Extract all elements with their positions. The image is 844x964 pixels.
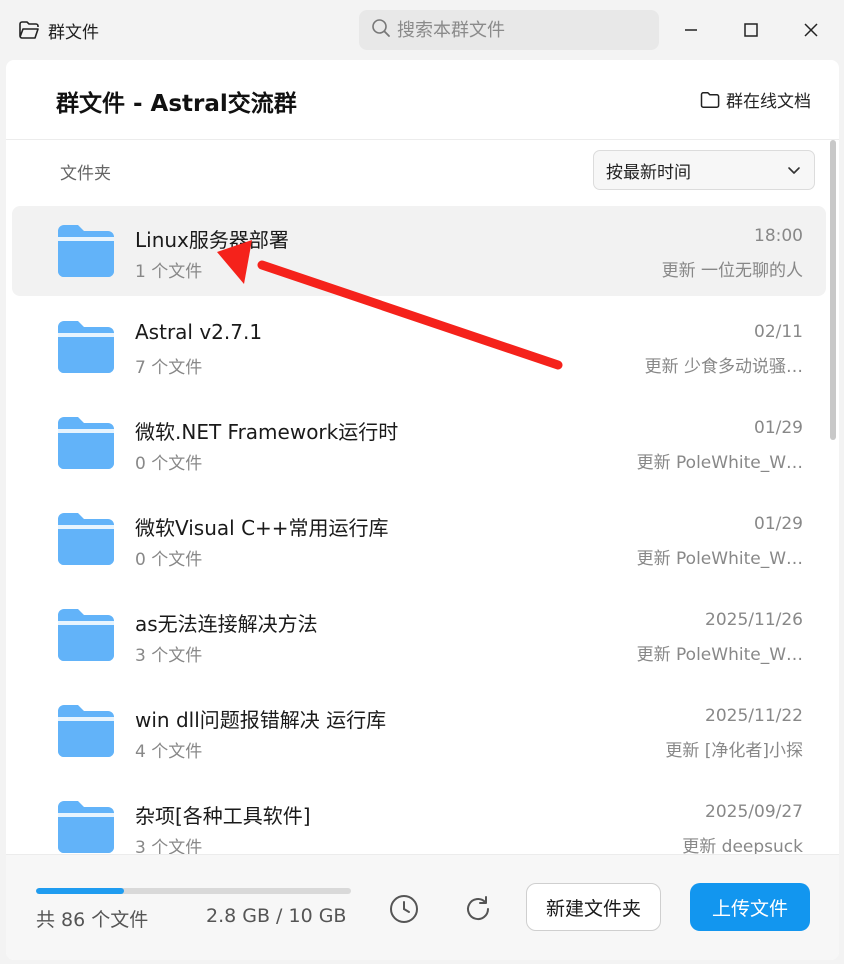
folder-updated-by: 更新 少食多动说骚… xyxy=(644,357,803,377)
folder-updated-time: 02/11 xyxy=(754,322,803,342)
footer-bar: 共 86 个文件 2.8 GB / 10 GB 新建文件夹 上传文件 xyxy=(6,854,839,960)
new-folder-button[interactable]: 新建文件夹 xyxy=(526,883,661,931)
folder-file-count: 3 个文件 xyxy=(135,646,203,666)
folder-updated-by: 更新 [净化者]小探 xyxy=(665,741,803,761)
folder-icon xyxy=(56,319,116,377)
folder-row[interactable]: Astral v2.7.1 7 个文件 02/11 更新 少食多动说骚… xyxy=(12,302,826,392)
folder-name: as无法连接解决方法 xyxy=(135,612,318,636)
folder-file-count: 7 个文件 xyxy=(135,358,203,378)
folder-list: Linux服务器部署 1 个文件 18:00 更新 一位无聊的人 Astral … xyxy=(6,206,839,854)
clock-icon xyxy=(390,895,418,923)
refresh-button[interactable] xyxy=(460,891,496,927)
search-box[interactable] xyxy=(359,10,659,50)
search-icon xyxy=(371,18,391,42)
folder-updated-by: 更新 PoleWhite_W… xyxy=(636,549,803,569)
close-icon xyxy=(804,23,818,37)
minimize-button[interactable] xyxy=(671,10,711,50)
file-total: 共 86 个文件 xyxy=(36,909,149,931)
sort-value: 按最新时间 xyxy=(606,162,691,183)
folder-row[interactable]: 杂项[各种工具软件] 3 个文件 2025/09/27 更新 deepsuck xyxy=(12,782,826,854)
folder-name: 杂项[各种工具软件] xyxy=(135,804,311,828)
folder-updated-time: 01/29 xyxy=(754,418,803,438)
refresh-icon xyxy=(467,896,490,921)
storage-usage: 2.8 GB / 10 GB xyxy=(206,905,347,927)
close-button[interactable] xyxy=(791,10,831,50)
sort-dropdown[interactable]: 按最新时间 xyxy=(593,150,815,190)
history-button[interactable] xyxy=(386,891,422,927)
group-files-window: 群文件 搜索本群文件 群文件 - Astral交流群 群在线文档 文件夹 按最新… xyxy=(0,0,844,964)
storage-progress xyxy=(36,888,351,894)
maximize-icon xyxy=(744,23,758,37)
maximize-button[interactable] xyxy=(731,10,771,50)
folder-open-icon xyxy=(18,20,40,40)
folder-row[interactable]: as无法连接解决方法 3 个文件 2025/11/26 更新 PoleWhite… xyxy=(12,590,826,680)
files-panel: 群文件 - Astral交流群 群在线文档 文件夹 按最新时间 Linux服务器… xyxy=(6,60,839,960)
folder-icon xyxy=(56,607,116,665)
folder-icon xyxy=(700,91,720,108)
folder-row[interactable]: 微软Visual C++常用运行库 0 个文件 01/29 更新 PoleWhi… xyxy=(12,494,826,584)
folder-updated-time: 2025/09/27 xyxy=(705,802,803,822)
folder-icon xyxy=(56,799,116,854)
folder-icon xyxy=(56,223,116,281)
folder-updated-by: 更新 一位无聊的人 xyxy=(661,261,803,281)
folder-name: Linux服务器部署 xyxy=(135,228,289,252)
folder-updated-by: 更新 PoleWhite_W… xyxy=(636,453,803,473)
folder-file-count: 3 个文件 xyxy=(135,838,203,854)
folder-file-count: 4 个文件 xyxy=(135,742,203,762)
folder-file-count: 1 个文件 xyxy=(135,262,203,282)
folder-file-count: 0 个文件 xyxy=(135,454,203,474)
chevron-down-icon xyxy=(788,167,800,174)
folder-row[interactable]: Linux服务器部署 1 个文件 18:00 更新 一位无聊的人 xyxy=(12,206,826,296)
folder-file-count: 0 个文件 xyxy=(135,550,203,570)
folder-updated-by: 更新 deepsuck xyxy=(682,837,803,854)
folder-row[interactable]: win dll问题报错解决 运行库 4 个文件 2025/11/22 更新 [净… xyxy=(12,686,826,776)
folder-updated-by: 更新 PoleWhite_W… xyxy=(636,645,803,665)
folder-icon xyxy=(56,703,116,761)
folder-updated-time: 18:00 xyxy=(754,226,803,246)
folder-icon xyxy=(56,415,116,473)
folder-name: Astral v2.7.1 xyxy=(135,320,263,344)
header-divider xyxy=(6,139,839,140)
folder-updated-time: 01/29 xyxy=(754,514,803,534)
upload-file-button[interactable]: 上传文件 xyxy=(690,883,810,931)
online-docs-label: 群在线文档 xyxy=(726,92,811,112)
folder-updated-time: 2025/11/22 xyxy=(705,706,803,726)
folder-name: 微软Visual C++常用运行库 xyxy=(135,516,389,540)
minimize-icon xyxy=(685,29,697,31)
scrollbar-thumb[interactable] xyxy=(830,140,836,440)
folder-updated-time: 2025/11/26 xyxy=(705,610,803,630)
page-title: 群文件 - Astral交流群 xyxy=(56,91,297,117)
search-input[interactable] xyxy=(397,19,637,41)
window-title: 群文件 xyxy=(18,18,99,43)
section-label: 文件夹 xyxy=(60,164,111,184)
storage-progress-fill xyxy=(36,888,125,894)
folder-name: 微软.NET Framework运行时 xyxy=(135,420,399,444)
window-title-text: 群文件 xyxy=(48,22,99,43)
title-bar: 群文件 xyxy=(0,0,844,60)
folder-icon xyxy=(56,511,116,569)
folder-name: win dll问题报错解决 运行库 xyxy=(135,708,387,732)
folder-row[interactable]: 微软.NET Framework运行时 0 个文件 01/29 更新 PoleW… xyxy=(12,398,826,488)
online-docs-link[interactable]: 群在线文档 xyxy=(700,87,811,112)
